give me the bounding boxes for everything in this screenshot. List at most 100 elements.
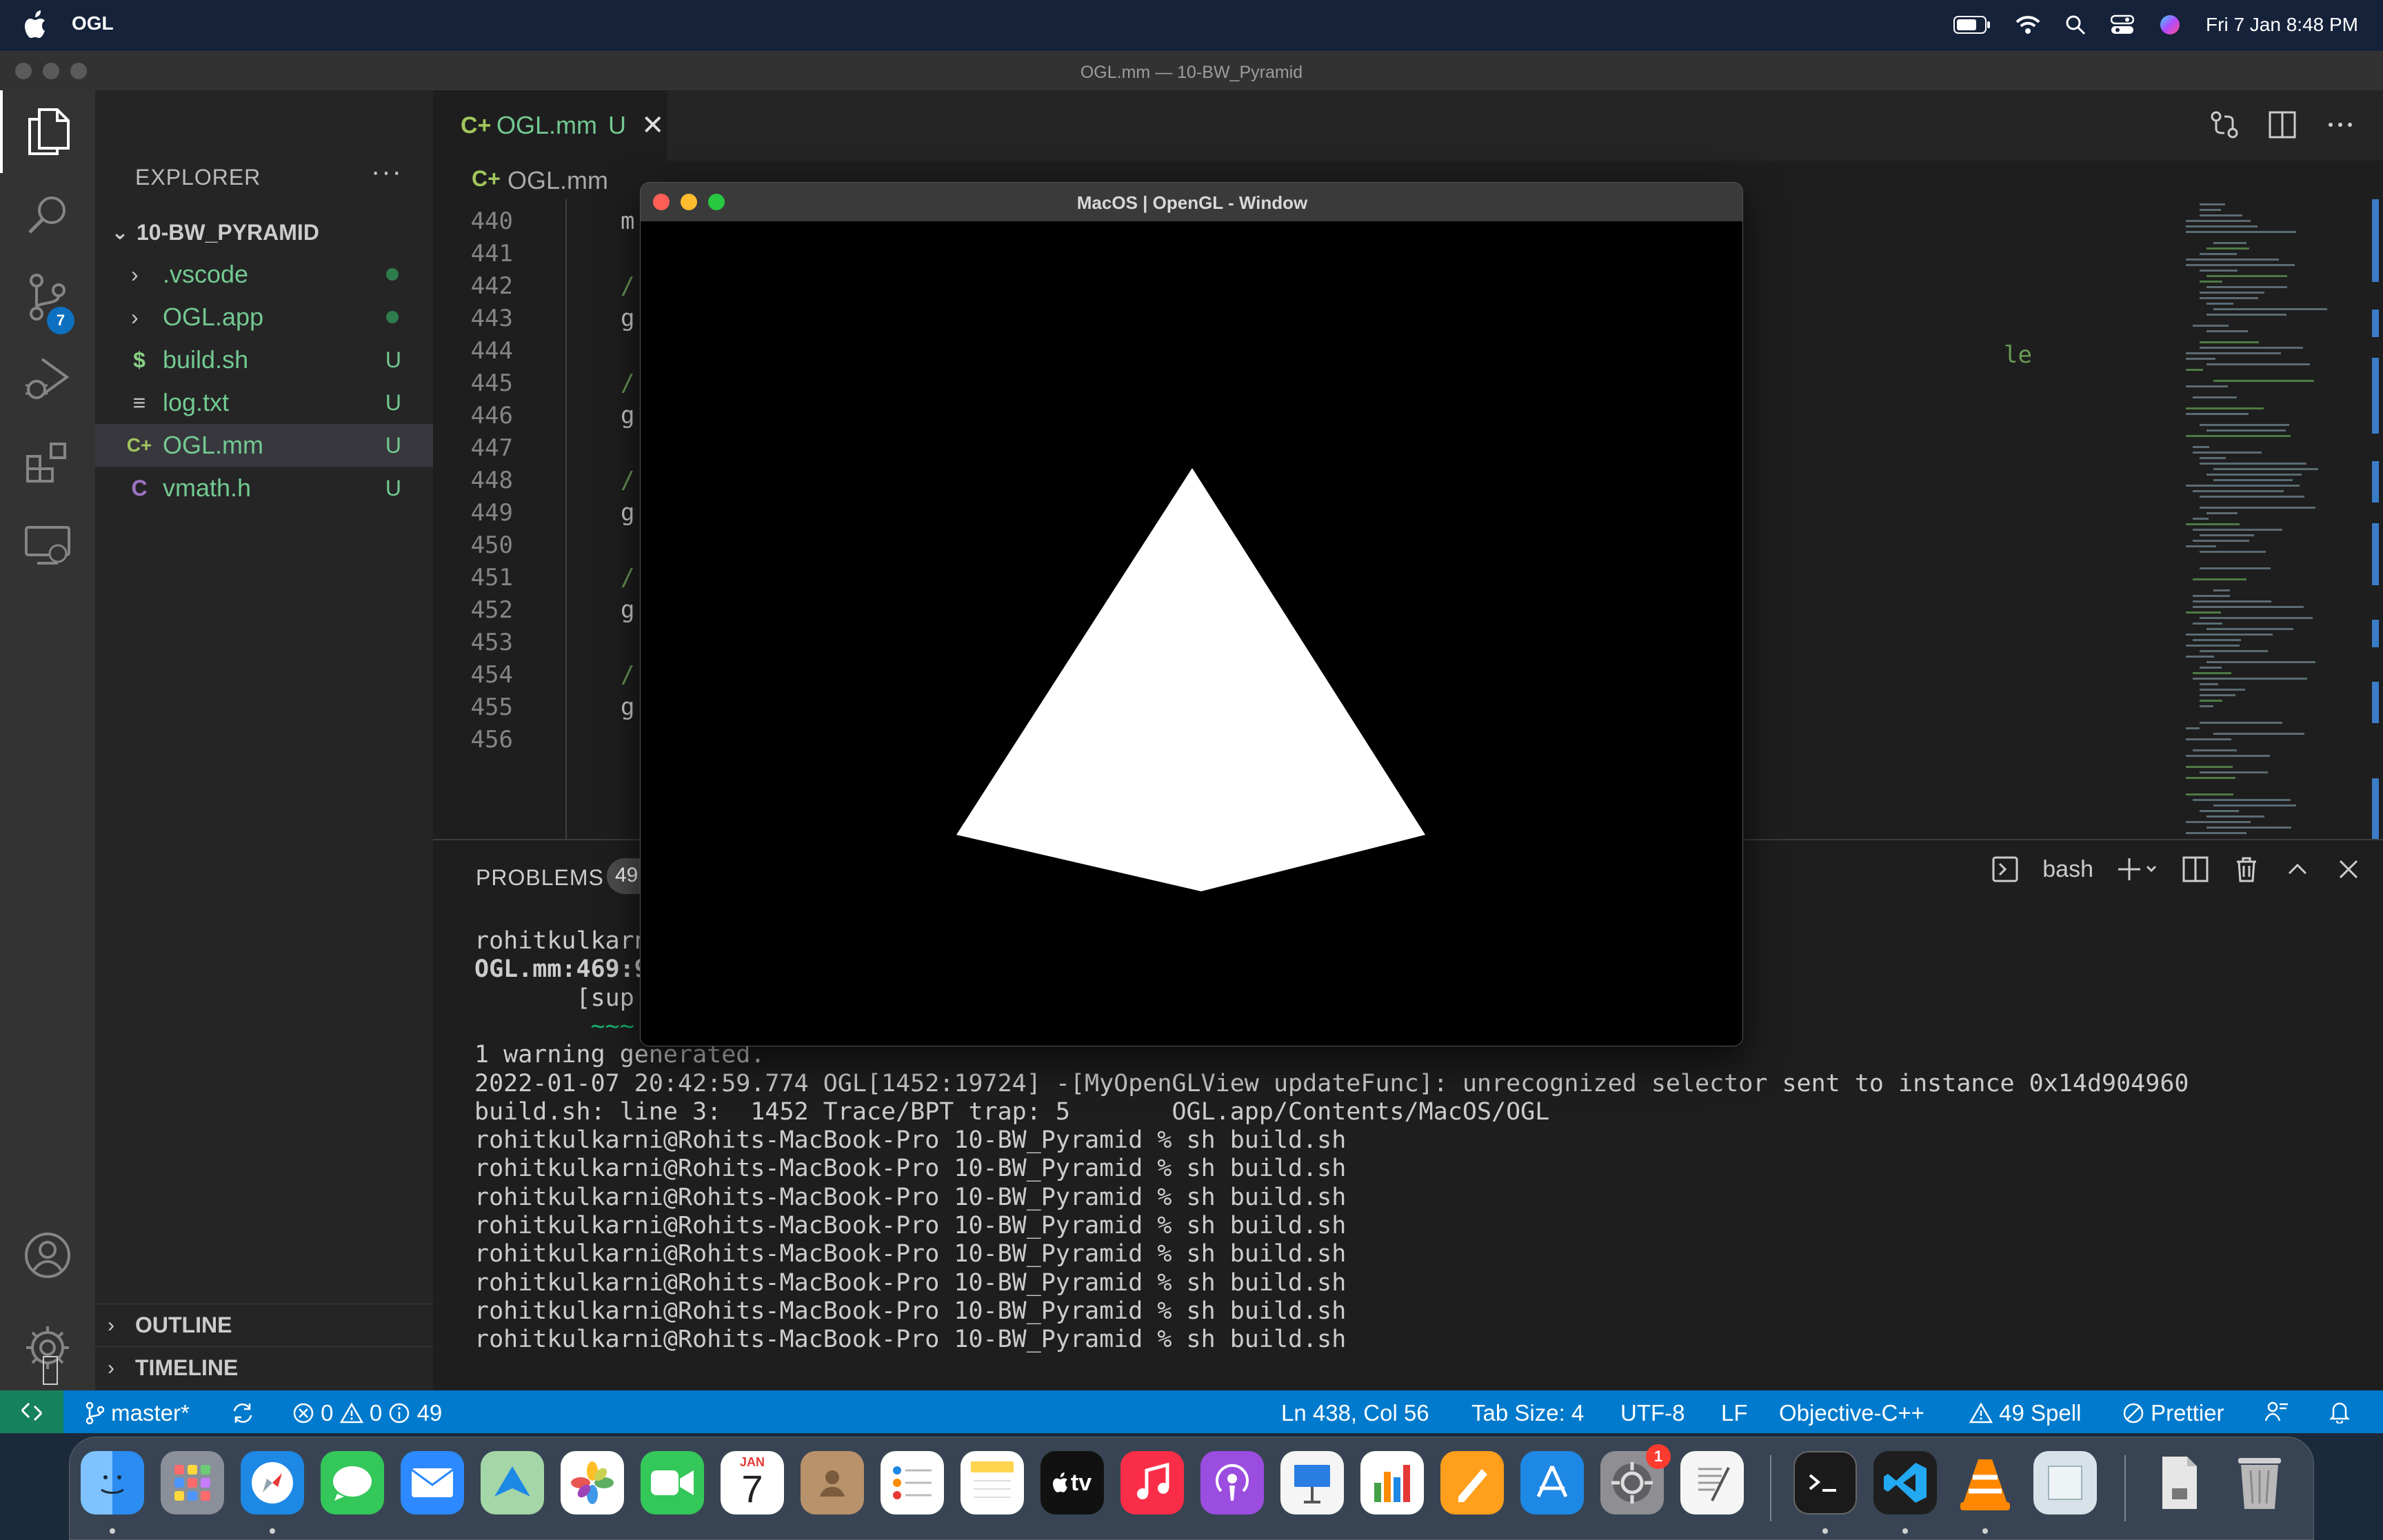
menubar-clock[interactable]: Fri 7 Jan 8:48 PM [2206, 14, 2358, 36]
minimap[interactable] [2178, 199, 2383, 889]
minimap-line [2186, 634, 2273, 636]
minimap-line [2186, 220, 2251, 222]
split-terminal-icon[interactable] [2182, 855, 2209, 883]
run-debug-activity-button[interactable] [0, 338, 95, 421]
remote-explorer-activity-button[interactable] [0, 504, 95, 587]
mail-icon[interactable] [401, 1451, 464, 1514]
problems-summary-button[interactable]: 0 0 49 [292, 1400, 442, 1426]
downloads-stack-icon[interactable] [2148, 1451, 2211, 1514]
tab-size-button[interactable]: Tab Size: 4 [1471, 1400, 1584, 1426]
line-number: 441 [470, 240, 513, 267]
extensions-icon [26, 443, 66, 483]
music-icon[interactable] [1120, 1451, 1184, 1514]
minimap-line [2200, 270, 2238, 272]
prettier-button[interactable]: Prettier [2122, 1400, 2224, 1426]
preview-icon[interactable] [2033, 1451, 2097, 1514]
line-number: 451 [470, 564, 513, 591]
more-actions-icon[interactable] [2325, 110, 2355, 140]
minimap-line [2213, 479, 2293, 481]
contacts-icon[interactable] [801, 1451, 864, 1514]
language-mode-button[interactable]: Objective-C++ [1779, 1400, 1924, 1426]
vlc-icon[interactable] [1953, 1451, 2017, 1514]
maximize-panel-icon[interactable] [2284, 855, 2311, 883]
numbers-icon[interactable] [1360, 1451, 1424, 1514]
siri-icon[interactable] [2159, 14, 2181, 36]
minimap-line [2200, 667, 2222, 669]
spell-check-button[interactable]: 49 Spell [1969, 1400, 2081, 1426]
minimap-change-marker [2372, 461, 2379, 503]
extensions-activity-button[interactable] [0, 421, 95, 504]
search-activity-button[interactable] [0, 173, 95, 256]
facetime-icon[interactable] [641, 1451, 704, 1514]
timeline-section-header[interactable]: › TIMELINE [95, 1346, 433, 1389]
finder-icon[interactable] [81, 1451, 144, 1514]
close-panel-icon[interactable] [2335, 855, 2362, 883]
keynote-icon[interactable] [1280, 1451, 1344, 1514]
workspace-root-folder[interactable]: ⌄ 10-BW_PYRAMID [103, 213, 428, 252]
safari-icon[interactable] [241, 1451, 304, 1514]
spotlight-search-icon[interactable] [2065, 14, 2086, 35]
battery-icon[interactable] [1953, 16, 1991, 34]
breadcrumb-file[interactable]: OGL.mm [507, 166, 608, 195]
sync-button[interactable] [230, 1400, 255, 1426]
explorer-activity-button[interactable] [0, 90, 95, 173]
tree-item-ogl-app[interactable]: › OGL.app [95, 296, 433, 338]
textedit-icon[interactable] [1680, 1451, 1744, 1514]
minimap-line [2193, 518, 2209, 520]
tree-item-ogl-mm[interactable]: C+ OGL.mm U [95, 424, 433, 467]
window-title: OGL.mm — 10-BW_Pyramid [1080, 63, 1303, 82]
photos-icon[interactable] [561, 1451, 624, 1514]
pages-icon[interactable] [1440, 1451, 1504, 1514]
app-store-icon[interactable] [1520, 1451, 1584, 1514]
close-tab-button[interactable]: ✕ [641, 110, 665, 141]
tree-item-vmath-h[interactable]: C vmath.h U [95, 467, 433, 509]
open-changes-icon[interactable] [2209, 110, 2240, 140]
messages-icon[interactable] [321, 1451, 384, 1514]
tree-item-build-sh[interactable]: $ build.sh U [95, 338, 433, 381]
terminal-shell-selector[interactable]: bash [2042, 856, 2093, 883]
tab-ogl-mm[interactable]: C+ OGL.mm U ✕ [433, 90, 667, 161]
menu-bar: OGL Fri 7 Jan 8:48 PM [0, 0, 2383, 51]
maps-icon[interactable] [481, 1451, 544, 1514]
feedback-button[interactable] [2264, 1400, 2289, 1429]
control-center-icon[interactable] [2111, 14, 2135, 35]
window-titlebar: OGL.mm — 10-BW_Pyramid [0, 52, 2383, 90]
terminal-icon[interactable] [1793, 1451, 1857, 1514]
reminders-icon[interactable] [881, 1451, 944, 1514]
calendar-icon[interactable]: JAN 7 [721, 1451, 784, 1514]
launchpad-icon[interactable] [161, 1451, 224, 1514]
opengl-window[interactable]: MacOS | OpenGL - Window [640, 182, 1743, 1046]
cursor-position-button[interactable]: Ln 438, Col 56 [1281, 1400, 1429, 1426]
vscode-icon[interactable] [1873, 1451, 1937, 1514]
git-status: U [385, 432, 401, 458]
trash-icon[interactable] [2228, 1451, 2291, 1514]
encoding-button[interactable]: UTF-8 [1620, 1400, 1685, 1426]
line-number: 445 [470, 369, 513, 397]
appletv-icon[interactable]: tv [1040, 1451, 1104, 1514]
tree-item-vscode[interactable]: › .vscode [95, 253, 433, 296]
explorer-more-actions-button[interactable]: ··· [371, 156, 403, 188]
opengl-canvas[interactable] [641, 221, 1742, 1046]
tab-problems[interactable]: PROBLEMS [476, 865, 604, 891]
git-branch-button[interactable]: master* [84, 1400, 190, 1426]
kill-terminal-icon[interactable] [2233, 855, 2260, 883]
system-preferences-icon[interactable]: 1 [1600, 1444, 1671, 1514]
accounts-activity-button[interactable] [0, 1214, 95, 1297]
eol-button[interactable]: LF [1721, 1400, 1748, 1426]
split-editor-icon[interactable] [2267, 110, 2297, 140]
notes-icon[interactable] [961, 1451, 1024, 1514]
line-number: 454 [470, 661, 513, 689]
minimap-line [2186, 656, 2214, 658]
apple-icon[interactable] [25, 10, 50, 40]
remote-indicator-button[interactable] [0, 1390, 63, 1433]
source-control-activity-button[interactable]: 7 [0, 256, 95, 338]
app-menu-name[interactable]: OGL [72, 12, 114, 34]
tree-item-log-txt[interactable]: ≡ log.txt U [95, 381, 433, 424]
remote-explorer-icon [25, 526, 70, 565]
notifications-button[interactable] [2328, 1400, 2351, 1429]
new-terminal-icon[interactable] [2117, 855, 2158, 883]
outline-section-header[interactable]: › OUTLINE [95, 1304, 433, 1346]
line-number: 444 [470, 337, 513, 365]
wifi-icon[interactable] [2015, 15, 2040, 34]
podcasts-icon[interactable] [1200, 1451, 1264, 1514]
